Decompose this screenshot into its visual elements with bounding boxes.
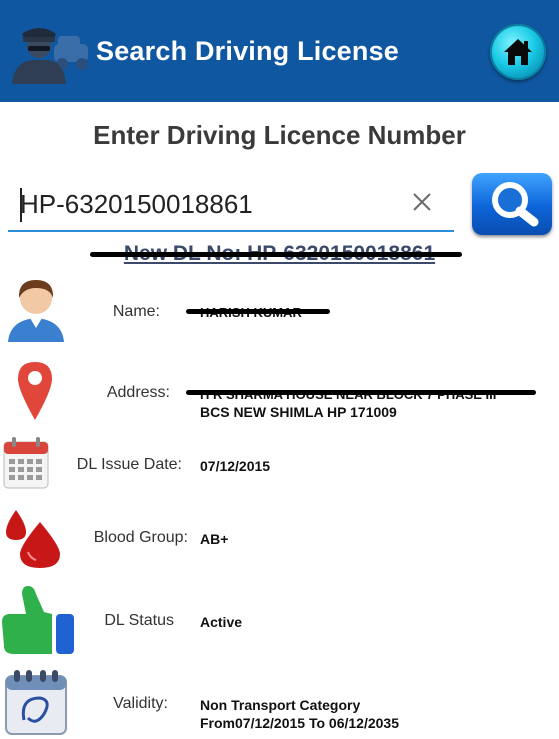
- issue-date-value: 07/12/2015: [200, 458, 271, 474]
- address-value-line2: BCS NEW SHIMLA HP 171009: [200, 404, 397, 420]
- dl-number-field[interactable]: [8, 178, 454, 232]
- police-officer-icon: [12, 28, 88, 84]
- dl-status-label: DL Status: [104, 612, 174, 629]
- page-title: Search Driving License: [96, 36, 400, 66]
- name-label: Name:: [112, 303, 160, 320]
- redaction-mark: [90, 252, 462, 257]
- calendar-icon: [3, 437, 49, 489]
- calendar-validity-icon: [5, 670, 67, 735]
- text-caret: [20, 188, 22, 222]
- form-heading: Enter Driving Licence Number: [93, 120, 466, 150]
- redaction-mark: [186, 309, 330, 314]
- address-label: Address:: [106, 384, 170, 401]
- home-icon: [504, 39, 532, 65]
- blood-group-label: Blood Group:: [93, 529, 188, 546]
- search-button[interactable]: [472, 173, 552, 235]
- close-icon[interactable]: [410, 190, 434, 214]
- blood-group-value: AB+: [200, 531, 229, 547]
- validity-label: Validity:: [113, 695, 168, 712]
- person-icon: [8, 280, 64, 342]
- dl-status-value: Active: [200, 614, 243, 630]
- app-header: Search Driving License: [0, 0, 559, 102]
- validity-value-line2: From07/12/2015 To 06/12/2035: [200, 715, 399, 731]
- location-pin-icon: [18, 362, 52, 420]
- thumbs-up-icon: [2, 586, 74, 654]
- home-button[interactable]: [490, 24, 546, 80]
- blood-drop-icon: [6, 510, 60, 568]
- address-value-line1: H R SHARMA HOUSE NEAR BLOCK 7 PHASE III: [200, 386, 496, 404]
- dl-number-input[interactable]: [20, 186, 400, 222]
- validity-value-line1: Non Transport Category: [200, 697, 361, 713]
- redaction-mark: [186, 390, 536, 395]
- issue-date-label: DL Issue Date:: [76, 456, 182, 473]
- search-icon: [492, 182, 539, 227]
